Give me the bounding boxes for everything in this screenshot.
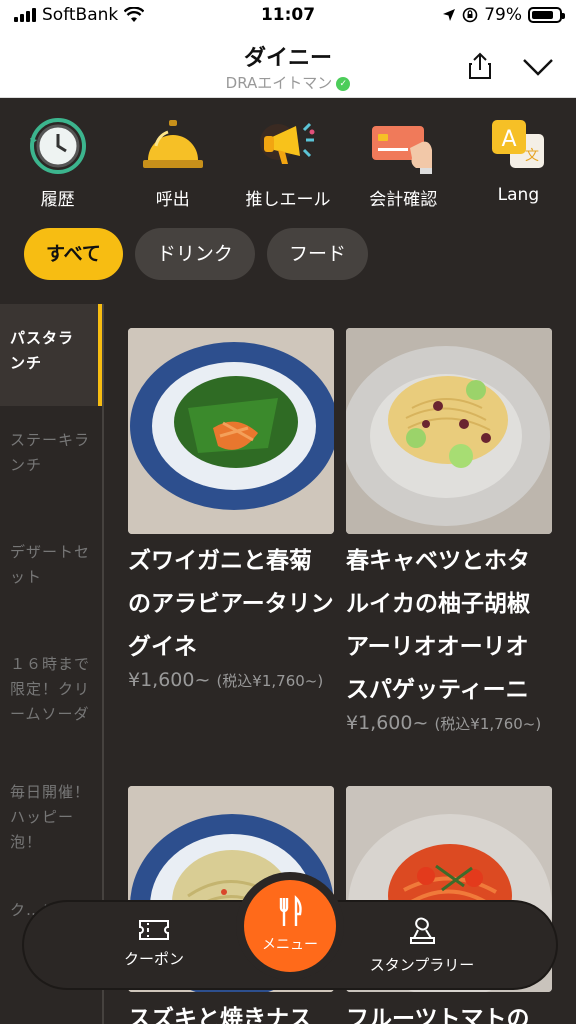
menu-item-card[interactable]: ズワイガニと春菊のアラビアータリングイネ ¥1,600~ (税込¥1,760~) bbox=[128, 328, 334, 691]
verified-badge-icon: ✓ bbox=[336, 76, 351, 91]
nav-menu-label: メニュー bbox=[262, 937, 318, 953]
chip-food[interactable]: フード bbox=[266, 228, 368, 280]
menu-item-price: ¥1,600~ (税込¥1,760~) bbox=[128, 669, 334, 691]
sidebar-item-dessert-set[interactable]: デザートセット bbox=[0, 518, 102, 630]
menu-item-photo bbox=[346, 328, 552, 534]
menu-item-photo bbox=[128, 328, 334, 534]
quick-call-label: 呼出 bbox=[155, 190, 190, 210]
quick-language-label: Lang bbox=[497, 185, 540, 205]
quick-cheer-button[interactable]: 推しエール bbox=[230, 99, 345, 219]
quick-history-label: 履歴 bbox=[40, 190, 75, 210]
megaphone-icon bbox=[260, 122, 315, 164]
category-chips: すべて ドリンク フード bbox=[24, 228, 368, 280]
nav-stamp-rally-button[interactable]: スタンプラリー bbox=[362, 916, 482, 975]
share-icon[interactable] bbox=[464, 50, 496, 82]
status-right: 79% bbox=[442, 5, 565, 25]
menu-item-name: ズワイガニと春菊のアラビアータリングイネ bbox=[128, 548, 334, 660]
service-bell-icon bbox=[142, 120, 203, 168]
menu-item-price-value: ¥1,600~ bbox=[128, 669, 211, 691]
chip-all[interactable]: すべて bbox=[24, 228, 123, 280]
battery-icon bbox=[528, 7, 565, 23]
rotation-lock-icon bbox=[462, 7, 478, 23]
menu-item-name: 春キャベツとホタルイカの柚子胡椒アーリオオーリオ スパゲッティーニ bbox=[346, 548, 552, 703]
nav-stamp-rally-label: スタンプラリー bbox=[369, 956, 475, 974]
nav-menu-button[interactable]: メニュー bbox=[244, 880, 336, 972]
menu-item-name: フルーツトマトの bbox=[346, 1006, 530, 1024]
bottom-nav: クーポン メニュー スタンプラリー bbox=[24, 880, 556, 988]
app-header: ダイニー DRAエイトマン ✓ bbox=[0, 34, 576, 98]
clock-history-icon bbox=[29, 118, 86, 174]
quick-bill-button[interactable]: 会計確認 bbox=[346, 99, 461, 219]
sidebar-item-steak-lunch[interactable]: ステーキランチ bbox=[0, 406, 102, 518]
nav-coupon-button[interactable]: クーポン bbox=[118, 916, 190, 969]
status-bar: SoftBank 11:07 79% bbox=[0, 0, 576, 34]
language-glyph-a: A bbox=[502, 127, 517, 152]
stamp-icon bbox=[410, 917, 435, 944]
chevron-down-icon[interactable] bbox=[520, 50, 556, 82]
menu-item-price-tax: (税込¥1,760~) bbox=[434, 715, 542, 733]
store-name-label: DRAエイトマン bbox=[225, 74, 333, 92]
quick-history-button[interactable]: 履歴 bbox=[0, 99, 115, 219]
menu-item-price-tax: (税込¥1,760~) bbox=[216, 672, 324, 690]
menu-item-card[interactable]: 春キャベツとホタルイカの柚子胡椒アーリオオーリオ スパゲッティーニ ¥1,600… bbox=[346, 328, 552, 734]
battery-percent: 79% bbox=[484, 5, 522, 25]
menu-item-price-value: ¥1,600~ bbox=[346, 712, 429, 734]
sidebar-item-pasta-lunch[interactable]: パスタランチ bbox=[0, 304, 102, 406]
chip-drink[interactable]: ドリンク bbox=[134, 228, 255, 280]
nav-coupon-label: クーポン bbox=[123, 950, 184, 968]
language-glyph-b: 文 bbox=[525, 148, 539, 164]
fork-knife-icon bbox=[279, 895, 302, 926]
ticket-icon bbox=[139, 920, 169, 940]
quick-cheer-label: 推しエール bbox=[245, 190, 331, 210]
quick-language-button[interactable]: A 文 Lang bbox=[461, 99, 576, 219]
quick-menu: 履歴 呼出 推しエール 会計確認 A 文 Lang bbox=[0, 99, 576, 219]
quick-bill-label: 会計確認 bbox=[369, 190, 438, 210]
sidebar-item-happy-hour[interactable]: 毎日開催！ハッピー泡！ bbox=[0, 758, 102, 876]
location-arrow-icon bbox=[443, 9, 456, 21]
credit-card-icon bbox=[372, 126, 433, 174]
quick-call-button[interactable]: 呼出 bbox=[115, 99, 230, 219]
menu-item-name: スズキと焼きナス bbox=[128, 1006, 312, 1024]
menu-item-price: ¥1,600~ (税込¥1,760~) bbox=[346, 712, 552, 734]
sidebar-item-cream-soda[interactable]: １６時まで限定！クリームソーダ bbox=[0, 630, 102, 758]
language-icon: A 文 bbox=[492, 120, 545, 168]
